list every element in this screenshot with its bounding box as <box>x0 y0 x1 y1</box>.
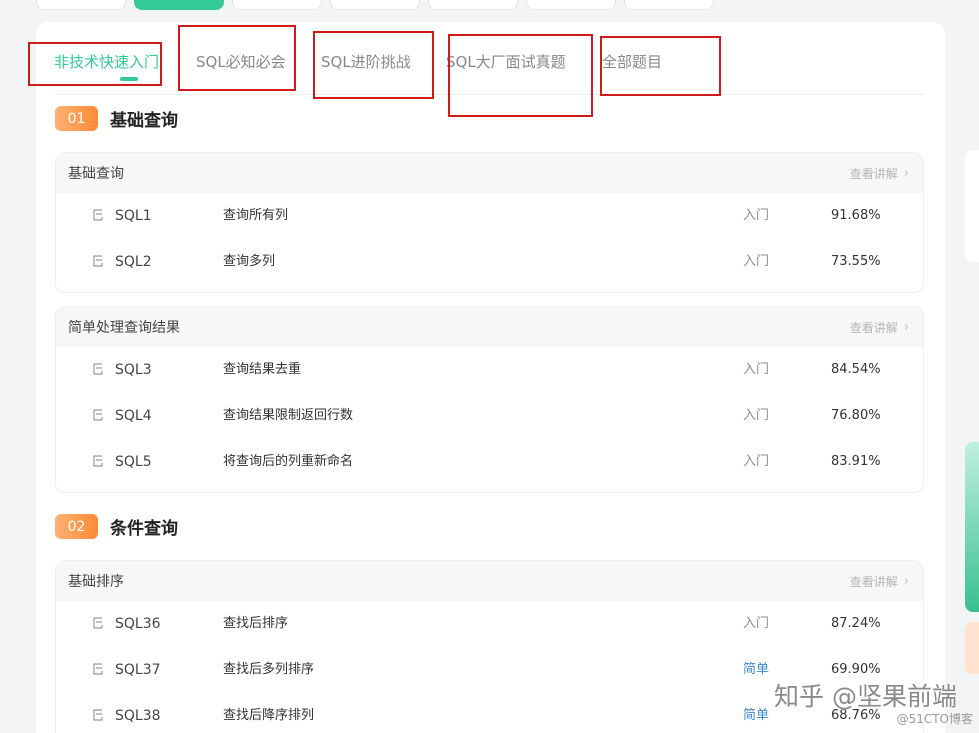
category-chip[interactable] <box>330 0 420 10</box>
group-header: 基础查询 查看讲解 › <box>56 153 923 193</box>
problem-list-card: 非技术快速入门 SQL必知必会 SQL进阶挑战 SQL大厂面试真题 全部题目 0… <box>36 22 945 733</box>
document-edit-icon <box>93 409 103 421</box>
pass-rate: 83.91% <box>831 454 881 469</box>
problem-name[interactable]: 查询结果去重 <box>223 362 301 378</box>
category-chip[interactable] <box>624 0 714 10</box>
watermark: 知乎 @坚果前端 <box>774 682 957 711</box>
problem-level: 入门 <box>743 208 770 223</box>
view-explanation-label: 查看讲解 <box>849 320 898 335</box>
problem-group: 简单处理查询结果 查看讲解 › SQL3 查询结果去重 入门 84.54% SQL… <box>55 306 924 493</box>
problem-id[interactable]: SQL3 <box>115 362 152 378</box>
problem-name[interactable]: 查找后多列排序 <box>223 662 314 678</box>
group-title: 基础排序 <box>68 574 124 590</box>
document-edit-icon <box>93 663 103 675</box>
view-explanation-link[interactable]: 查看讲解 › <box>850 319 909 336</box>
highlight-box <box>28 42 162 86</box>
watermark-small: @51CTO博客 <box>896 712 973 726</box>
category-chip[interactable] <box>232 0 322 10</box>
pass-rate: 91.68% <box>831 208 881 223</box>
side-banner-edge <box>965 622 979 674</box>
problem-row[interactable]: SQL3 查询结果去重 入门 84.54% <box>56 347 923 393</box>
category-chip[interactable] <box>428 0 518 10</box>
chevron-right-icon: › <box>903 165 909 181</box>
section-number-badge: 01 <box>55 106 98 131</box>
document-edit-icon <box>93 617 103 629</box>
group-header: 简单处理查询结果 查看讲解 › <box>56 307 923 347</box>
problem-level: 入门 <box>743 362 770 377</box>
document-edit-icon <box>93 255 103 267</box>
problem-level: 入门 <box>743 408 770 423</box>
top-category-chips <box>36 0 714 10</box>
document-edit-icon <box>93 209 103 221</box>
section-title: 条件查询 <box>110 519 178 539</box>
category-chip[interactable] <box>36 0 126 10</box>
group-title: 简单处理查询结果 <box>68 320 180 336</box>
highlight-box <box>313 31 434 99</box>
pass-rate: 73.55% <box>831 254 881 269</box>
highlight-box <box>600 36 721 96</box>
group-header: 基础排序 查看讲解 › <box>56 561 923 601</box>
problem-row[interactable]: SQL4 查询结果限制返回行数 入门 76.80% <box>56 393 923 439</box>
group-title: 基础查询 <box>68 166 124 182</box>
problem-id[interactable]: SQL38 <box>115 708 161 724</box>
category-chip[interactable] <box>526 0 616 10</box>
problem-name[interactable]: 将查询后的列重新命名 <box>223 454 353 470</box>
category-chip-active[interactable] <box>134 0 224 10</box>
problem-id[interactable]: SQL1 <box>115 208 152 224</box>
problem-name[interactable]: 查找后降序排列 <box>223 708 314 724</box>
problem-level: 入门 <box>743 616 770 631</box>
chevron-right-icon: › <box>903 319 909 335</box>
problem-id[interactable]: SQL4 <box>115 408 152 424</box>
problem-name[interactable]: 查找后排序 <box>223 616 288 632</box>
section-header: 02 条件查询 <box>55 514 178 539</box>
problem-id[interactable]: SQL36 <box>115 616 161 632</box>
problem-level: 简单 <box>743 708 770 723</box>
side-panel-edge <box>965 150 979 262</box>
view-explanation-label: 查看讲解 <box>849 574 898 589</box>
section-number-badge: 02 <box>55 514 98 539</box>
pass-rate: 69.90% <box>831 662 881 677</box>
view-explanation-link[interactable]: 查看讲解 › <box>850 573 909 590</box>
problem-row[interactable]: SQL2 查询多列 入门 73.55% <box>56 239 923 285</box>
section-header: 01 基础查询 <box>55 106 178 131</box>
problem-row[interactable]: SQL5 将查询后的列重新命名 入门 83.91% <box>56 439 923 485</box>
highlight-box <box>178 25 296 91</box>
view-explanation-label: 查看讲解 <box>849 166 898 181</box>
problem-row[interactable]: SQL36 查找后排序 入门 87.24% <box>56 601 923 647</box>
document-edit-icon <box>93 363 103 375</box>
pass-rate: 84.54% <box>831 362 881 377</box>
side-banner-edge <box>965 442 979 612</box>
document-edit-icon <box>93 709 103 721</box>
chevron-right-icon: › <box>903 573 909 589</box>
document-edit-icon <box>93 455 103 467</box>
problem-level: 入门 <box>743 254 770 269</box>
problem-name[interactable]: 查询结果限制返回行数 <box>223 408 353 424</box>
view-explanation-link[interactable]: 查看讲解 › <box>850 165 909 182</box>
problem-level: 简单 <box>743 662 770 677</box>
highlight-box <box>448 34 593 117</box>
pass-rate: 76.80% <box>831 408 881 423</box>
problem-id[interactable]: SQL5 <box>115 454 152 470</box>
pass-rate: 87.24% <box>831 616 881 631</box>
problem-id[interactable]: SQL37 <box>115 662 161 678</box>
problem-name[interactable]: 查询所有列 <box>223 208 288 224</box>
problem-group: 基础查询 查看讲解 › SQL1 查询所有列 入门 91.68% SQL2 查询多… <box>55 152 924 293</box>
section-title: 基础查询 <box>110 111 178 131</box>
problem-row[interactable]: SQL1 查询所有列 入门 91.68% <box>56 193 923 239</box>
problem-id[interactable]: SQL2 <box>115 254 152 270</box>
problem-level: 入门 <box>743 454 770 469</box>
problem-name[interactable]: 查询多列 <box>223 254 275 270</box>
